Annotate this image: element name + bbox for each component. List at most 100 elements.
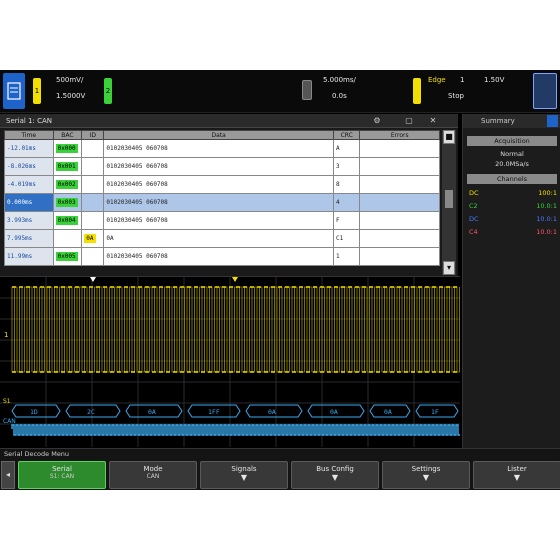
trigger-label: Edge bbox=[428, 76, 446, 84]
col-data[interactable]: Data bbox=[103, 130, 334, 140]
decode-frame-label: 0A bbox=[384, 408, 392, 416]
table-row[interactable]: 11.99ms 0x005 0102030405 060708 1 bbox=[4, 247, 440, 266]
summary-toggle-icon[interactable] bbox=[547, 115, 558, 127]
document-icon bbox=[7, 82, 21, 100]
cell-crc: 3 bbox=[332, 157, 361, 176]
lister-header-row: Time BAC ID Data CRC Errors bbox=[4, 130, 440, 140]
cell-bac: 0x004 bbox=[52, 211, 83, 230]
channel-1-waveform bbox=[11, 286, 460, 373]
cell-data-value: 0102030405 060708 bbox=[106, 181, 168, 188]
channel-1-marker: 1 bbox=[4, 331, 8, 339]
waveform-svg: 1 S1 CAN 1D 2C 0A 1FF 0A 0A 0A 1F bbox=[0, 277, 460, 447]
table-row[interactable]: 7.995ms 0A 0A C1 bbox=[4, 229, 440, 248]
softkey-label: Serial bbox=[52, 465, 72, 473]
softkey-5[interactable]: Lister ▼ bbox=[473, 461, 560, 489]
cell-errors bbox=[359, 175, 440, 194]
run-state: Stop bbox=[448, 92, 464, 100]
softkey-4[interactable]: Settings ▼ bbox=[382, 461, 470, 489]
cell-time-value: 11.99ms bbox=[7, 253, 33, 260]
channel-probe-ratio: 100:1 bbox=[538, 189, 557, 197]
cell-time: 7.995ms bbox=[4, 229, 54, 248]
close-icon[interactable]: ✕ bbox=[428, 116, 438, 126]
decode-frame-label: 1D bbox=[30, 408, 38, 416]
channel-summary-row: C4 10.0:1 bbox=[469, 228, 557, 239]
cell-bac-value: 0x005 bbox=[55, 252, 78, 261]
horizontal-icon[interactable] bbox=[302, 80, 312, 100]
cell-id bbox=[81, 139, 105, 158]
waveform-grid: 1 S1 CAN 1D 2C 0A 1FF 0A 0A 0A 1F bbox=[0, 276, 460, 447]
oscilloscope-screen: 1 500mV/ 1.5000V 2 5.000ms/ 0.0s Edge 1 … bbox=[0, 70, 560, 490]
trigger-source-tag[interactable] bbox=[413, 78, 421, 104]
table-row[interactable]: -4.019ms 0x002 0102030405 060708 8 bbox=[4, 175, 440, 194]
cell-data: 0102030405 060708 bbox=[103, 175, 334, 194]
softkey-3[interactable]: Bus Config ▼ bbox=[291, 461, 379, 489]
cell-errors bbox=[359, 247, 440, 266]
lister-scrollbar[interactable]: ■ ▾ bbox=[442, 130, 456, 275]
table-row[interactable]: 3.993ms 0x004 0102030405 060708 F bbox=[4, 211, 440, 230]
cell-data-value: 0102030405 060708 bbox=[106, 163, 168, 170]
decode-frame-label: 1F bbox=[431, 408, 439, 416]
softkey-label: Signals bbox=[231, 465, 257, 473]
softkey-menu: Serial Decode Menu ◂ Serial S1: CAN Mode CA… bbox=[0, 448, 560, 490]
channel-name: C4 bbox=[469, 228, 478, 236]
softkey-label: Settings bbox=[411, 465, 441, 473]
col-bac[interactable]: BAC bbox=[52, 130, 83, 140]
decode-frame-label: 1FF bbox=[208, 408, 220, 416]
decode-frame-label: 0A bbox=[330, 408, 338, 416]
summary-title[interactable]: Summary bbox=[481, 117, 515, 125]
scroll-down-icon[interactable]: ▾ bbox=[443, 261, 455, 275]
menu-button[interactable] bbox=[533, 73, 557, 109]
cell-crc-value: 8 bbox=[336, 181, 340, 188]
cell-bac-value: 0x003 bbox=[55, 198, 78, 207]
channel-summary-row: DC 100:1 bbox=[469, 189, 557, 200]
table-row[interactable]: -8.026ms 0x001 0102030405 060708 3 bbox=[4, 157, 440, 176]
cell-crc-value: C1 bbox=[336, 235, 344, 242]
cell-crc: F bbox=[332, 211, 361, 230]
cell-bac: 0x003 bbox=[52, 193, 83, 212]
col-time[interactable]: Time bbox=[4, 130, 54, 140]
cell-data: 0102030405 060708 bbox=[103, 139, 334, 158]
cell-crc-value: A bbox=[336, 145, 340, 152]
scroll-thumb[interactable] bbox=[445, 190, 453, 208]
cell-data: 0102030405 060708 bbox=[103, 157, 334, 176]
gear-icon[interactable]: ⚙ bbox=[372, 116, 382, 126]
cell-bac: 0x002 bbox=[52, 175, 83, 194]
channel-probe-ratio: 10.0:1 bbox=[536, 202, 557, 210]
cell-crc: A bbox=[332, 139, 361, 158]
resize-icon[interactable]: ▢ bbox=[404, 116, 414, 126]
softkey-label: Mode bbox=[143, 465, 163, 473]
col-id[interactable]: ID bbox=[81, 130, 105, 140]
cell-time: 3.993ms bbox=[4, 211, 54, 230]
softkey-2[interactable]: Signals ▼ bbox=[200, 461, 288, 489]
cell-crc: 1 bbox=[332, 247, 361, 266]
time-delay: 0.0s bbox=[332, 92, 347, 100]
softkey-1[interactable]: Mode CAN bbox=[109, 461, 197, 489]
summary-panel: Summary Acquisition Normal 20.0MSa/s Cha… bbox=[462, 114, 560, 448]
softkey-label: Lister bbox=[507, 465, 527, 473]
scroll-home-icon[interactable]: ■ bbox=[443, 130, 455, 144]
cell-errors bbox=[359, 157, 440, 176]
trigger-level: 1.50V bbox=[484, 76, 505, 84]
channel-1-tag[interactable]: 1 bbox=[33, 78, 41, 104]
acquisition-header: Acquisition bbox=[467, 136, 557, 146]
channel-probe-ratio: 10.0:1 bbox=[536, 215, 557, 223]
lister-title: Serial 1: CAN bbox=[6, 117, 52, 125]
channel-summary-row: C2 10.0:1 bbox=[469, 202, 557, 213]
table-row[interactable]: 0.000ms 0x003 0102030405 060708 4 bbox=[4, 193, 440, 212]
cell-errors bbox=[359, 211, 440, 230]
back-button[interactable]: ◂ bbox=[1, 461, 15, 489]
col-errors[interactable]: Errors bbox=[359, 130, 440, 140]
softkey-0[interactable]: Serial S1: CAN bbox=[18, 461, 106, 489]
softkey-arrow-icon: ▼ bbox=[422, 473, 430, 482]
softkey-label: Bus Config bbox=[316, 465, 354, 473]
lister-header: Serial 1: CAN ⚙ ▢ ✕ bbox=[0, 114, 458, 128]
cell-bac: 0x000 bbox=[52, 139, 83, 158]
cell-id: 0A bbox=[81, 229, 105, 248]
channel-summary-row: DC 10.0:1 bbox=[469, 215, 557, 226]
channel-2-tag[interactable]: 2 bbox=[104, 78, 112, 104]
home-button[interactable] bbox=[3, 73, 25, 109]
delay-marker bbox=[232, 277, 238, 282]
col-crc[interactable]: CRC bbox=[332, 130, 361, 140]
cell-time-value: -4.019ms bbox=[7, 181, 36, 188]
table-row[interactable]: -12.01ms 0x000 0102030405 060708 A bbox=[4, 139, 440, 158]
